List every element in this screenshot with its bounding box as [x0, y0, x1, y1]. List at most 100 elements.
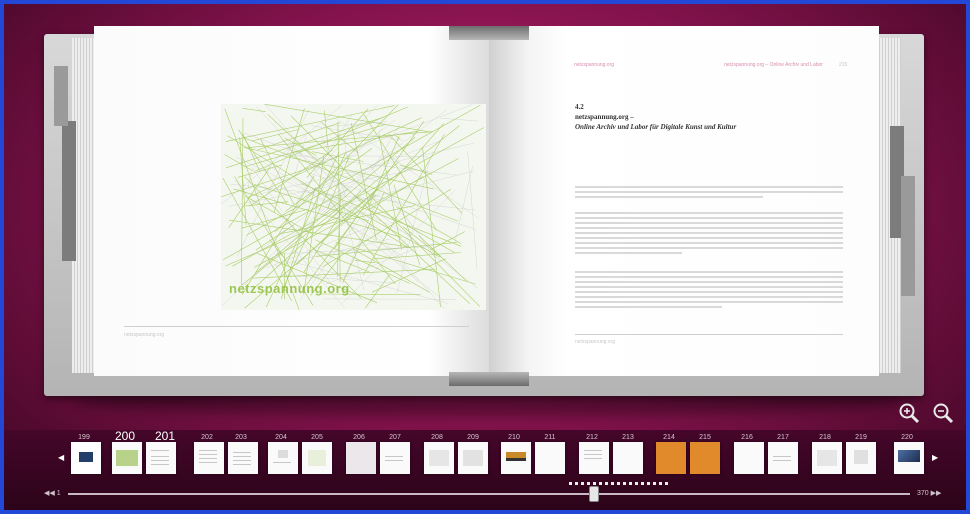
page-thumbnail-current[interactable]	[146, 442, 176, 474]
page-number: 202	[201, 434, 213, 441]
network-edge	[467, 151, 478, 269]
network-edge	[254, 109, 447, 255]
page-thumbnail[interactable]	[346, 442, 376, 474]
page-thumbnail[interactable]	[194, 442, 224, 474]
page-thumbnail[interactable]	[734, 442, 764, 474]
network-edge	[303, 210, 344, 273]
network-edge	[304, 104, 473, 169]
page-thumbnail[interactable]	[812, 442, 842, 474]
page-thumbnail[interactable]	[424, 442, 454, 474]
page-number: 209	[467, 434, 479, 441]
page-thumbnail[interactable]	[302, 442, 332, 474]
network-edge	[354, 260, 376, 264]
network-edge	[225, 105, 395, 142]
network-edge	[245, 201, 289, 207]
network-edge	[252, 268, 436, 279]
network-graph-lines	[221, 104, 484, 310]
page-number: 217	[777, 434, 789, 441]
left-footer-rule	[124, 326, 469, 327]
network-edge	[260, 138, 295, 205]
left-index-tab[interactable]	[54, 66, 68, 126]
network-edge	[454, 166, 473, 242]
open-book[interactable]: netzspannung.org netzspannung.org netzsp…	[44, 26, 924, 416]
top-spine-hinge	[449, 26, 529, 40]
network-edge	[365, 274, 390, 309]
network-edge	[430, 231, 466, 251]
left-footer-text: netzspannung.org	[124, 332, 165, 338]
page-number: 199	[78, 434, 90, 441]
page-thumbnail[interactable]	[458, 442, 488, 474]
thumbs-next-arrow[interactable]: ▶	[932, 453, 938, 462]
paragraph	[575, 212, 843, 257]
page-number: 208	[431, 434, 443, 441]
left-page[interactable]: netzspannung.org netzspannung.org	[94, 26, 489, 376]
zoom-out-button[interactable]	[932, 402, 954, 424]
right-header-page-number: 215	[839, 62, 848, 68]
page-number: 220	[901, 434, 913, 441]
section-number: 4.2	[575, 103, 584, 111]
page-thumbnail[interactable]	[501, 442, 531, 474]
slider-end-label: 370 ▶▶	[917, 490, 942, 497]
network-edge	[255, 106, 408, 172]
network-edge	[224, 108, 300, 310]
network-edge	[371, 258, 446, 293]
page-number-current: 201	[154, 429, 176, 443]
page-number: 215	[699, 434, 711, 441]
page-thumbnail[interactable]	[380, 442, 410, 474]
right-page[interactable]: netzspannung.org netzspannung.org – Onli…	[489, 26, 879, 376]
slider-position-indicator	[569, 482, 669, 485]
page-number: 211	[544, 434, 556, 441]
right-header-left: netzspannung.org	[574, 62, 615, 68]
page-number-current: 200	[114, 429, 136, 443]
page-slider-handle[interactable]	[589, 486, 599, 502]
page-number: 203	[235, 434, 247, 441]
thumbs-prev-arrow[interactable]: ◀	[58, 453, 64, 462]
page-thumbnail-highlighted[interactable]	[690, 442, 720, 474]
zoom-in-button[interactable]	[898, 402, 920, 424]
page-number: 219	[855, 434, 867, 441]
right-footer-rule	[575, 334, 843, 335]
page-number: 214	[663, 434, 675, 441]
flipbook-viewer: netzspannung.org netzspannung.org netzsp…	[0, 0, 970, 514]
page-thumbnail[interactable]	[894, 442, 924, 474]
zoom-out-icon	[933, 403, 954, 424]
page-thumbnail-current[interactable]	[112, 442, 142, 474]
network-edge	[290, 115, 481, 307]
network-edge	[422, 146, 441, 307]
page-thumbnail[interactable]	[613, 442, 643, 474]
right-header-mid: netzspannung.org – Online Archiv und Lab…	[724, 62, 823, 68]
page-slider-track[interactable]	[68, 493, 910, 495]
section-subtitle: Online Archiv und Labor für Digitale Kun…	[575, 123, 737, 131]
page-thumbnail[interactable]	[535, 442, 565, 474]
figure-caption: netzspannung.org	[229, 281, 350, 296]
page-thumbnail[interactable]	[768, 442, 798, 474]
network-edge	[395, 135, 401, 139]
network-edge	[252, 190, 362, 290]
network-edge	[314, 239, 411, 284]
page-thumbnail-highlighted[interactable]	[656, 442, 686, 474]
network-edge	[326, 104, 378, 160]
paragraph	[575, 271, 843, 311]
page-number: 218	[819, 434, 831, 441]
page-number: 206	[353, 434, 365, 441]
page-thumbnail[interactable]	[268, 442, 298, 474]
page-thumbnail[interactable]	[228, 442, 258, 474]
zoom-in-icon	[899, 403, 920, 424]
page-number: 204	[275, 434, 287, 441]
network-edge	[251, 154, 352, 220]
page-number: 210	[508, 434, 520, 441]
page-thumbnail[interactable]	[579, 442, 609, 474]
right-footer-text: netzspannung.org	[575, 339, 616, 345]
section-title: netzspannung.org –	[575, 113, 634, 121]
left-index-tab[interactable]	[62, 121, 76, 261]
slider-start-label: ◀◀ 1	[44, 490, 61, 497]
page-thumbnail[interactable]	[71, 442, 101, 474]
paragraph	[575, 186, 843, 201]
page-thumbnail[interactable]	[846, 442, 876, 474]
bottom-spine-hinge	[449, 372, 529, 386]
network-edge	[224, 154, 254, 172]
network-edge	[439, 117, 479, 122]
right-index-tab[interactable]	[901, 176, 915, 296]
page-number: 212	[586, 434, 598, 441]
page-number: 207	[389, 434, 401, 441]
